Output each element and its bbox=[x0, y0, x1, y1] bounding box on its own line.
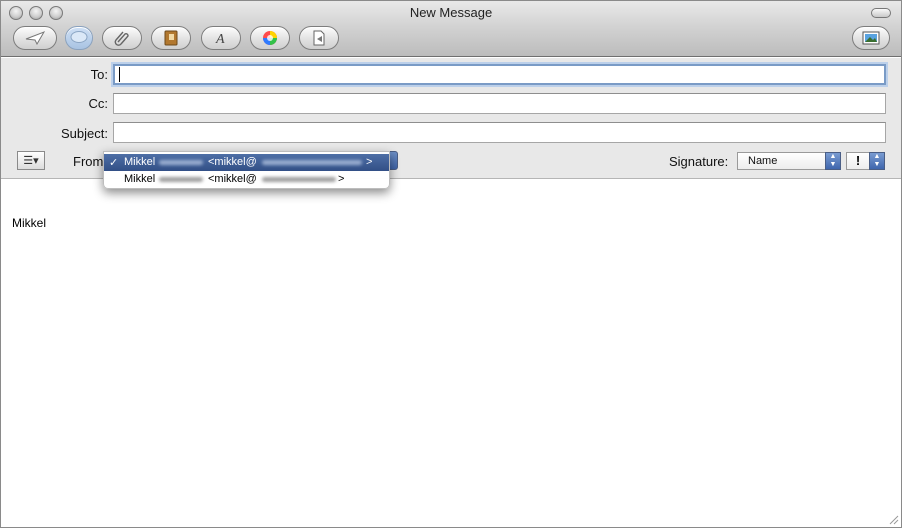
redacted-domain bbox=[262, 160, 362, 165]
window-title: New Message bbox=[409, 5, 493, 20]
body-text: Mikkel bbox=[12, 216, 47, 230]
from-menu-item[interactable]: ✓ Mikkel <mikkel@ > bbox=[104, 154, 389, 171]
priority-select-arrows[interactable]: ▲ ▼ bbox=[869, 152, 885, 170]
color-wheel-icon bbox=[263, 31, 277, 45]
to-label: To: bbox=[90, 67, 108, 82]
toolbar-toggle-button[interactable] bbox=[871, 8, 891, 18]
redacted-domain bbox=[262, 177, 336, 182]
account-name: Mikkel bbox=[124, 173, 156, 185]
account-email-prefix: <mikkel@ bbox=[208, 173, 257, 185]
signature-value: Name bbox=[748, 155, 778, 167]
list-menu-icon: ☰▾ bbox=[23, 155, 39, 167]
from-account-menu: ✓ Mikkel <mikkel@ > Mikkel <mikkel@ > bbox=[103, 151, 390, 189]
compose-window: New Message A To: Cc: Subject: ☰▾ From: … bbox=[0, 0, 902, 528]
message-body[interactable]: Mikkel bbox=[1, 179, 901, 527]
fonts-button[interactable]: A bbox=[201, 26, 241, 50]
account-email-prefix: <mikkel@ bbox=[208, 156, 257, 168]
resize-grip-icon[interactable] bbox=[887, 513, 899, 525]
photo-icon bbox=[862, 31, 880, 45]
address-book-icon bbox=[164, 30, 178, 46]
cc-field[interactable] bbox=[113, 93, 886, 114]
document-icon bbox=[313, 30, 325, 46]
to-field[interactable] bbox=[113, 64, 886, 85]
from-menu-item[interactable]: Mikkel <mikkel@ > bbox=[104, 171, 389, 188]
text-caret bbox=[119, 67, 120, 82]
address-button[interactable] bbox=[151, 26, 191, 50]
subject-label: Subject: bbox=[61, 126, 108, 141]
cc-label: Cc: bbox=[88, 96, 109, 111]
signature-select-arrows[interactable]: ▲ ▼ bbox=[825, 152, 841, 170]
paper-plane-icon bbox=[25, 31, 45, 45]
attach-button[interactable] bbox=[102, 26, 142, 50]
photo-browser-button[interactable] bbox=[852, 26, 890, 50]
svg-text:A: A bbox=[215, 32, 225, 46]
account-name: Mikkel bbox=[124, 156, 156, 168]
header-options-button[interactable]: ☰▾ bbox=[17, 151, 45, 170]
priority-select[interactable]: ! bbox=[846, 152, 870, 170]
speech-bubble-icon bbox=[70, 31, 88, 43]
redacted-surname bbox=[159, 160, 203, 165]
checkmark-icon: ✓ bbox=[109, 157, 119, 169]
send-button[interactable] bbox=[13, 26, 57, 50]
title-toolbar: New Message A bbox=[1, 1, 901, 57]
signature-label: Signature: bbox=[669, 154, 729, 169]
chat-button[interactable] bbox=[65, 26, 93, 50]
account-email-suffix: > bbox=[338, 173, 345, 185]
paperclip-icon bbox=[114, 31, 129, 46]
subject-field[interactable] bbox=[113, 122, 886, 143]
stationery-button[interactable] bbox=[299, 26, 339, 50]
font-icon: A bbox=[215, 32, 225, 46]
account-email-suffix: > bbox=[366, 156, 373, 168]
from-label: From: bbox=[73, 154, 107, 169]
colors-button[interactable] bbox=[250, 26, 290, 50]
redacted-surname bbox=[159, 177, 203, 182]
priority-value: ! bbox=[855, 153, 861, 168]
